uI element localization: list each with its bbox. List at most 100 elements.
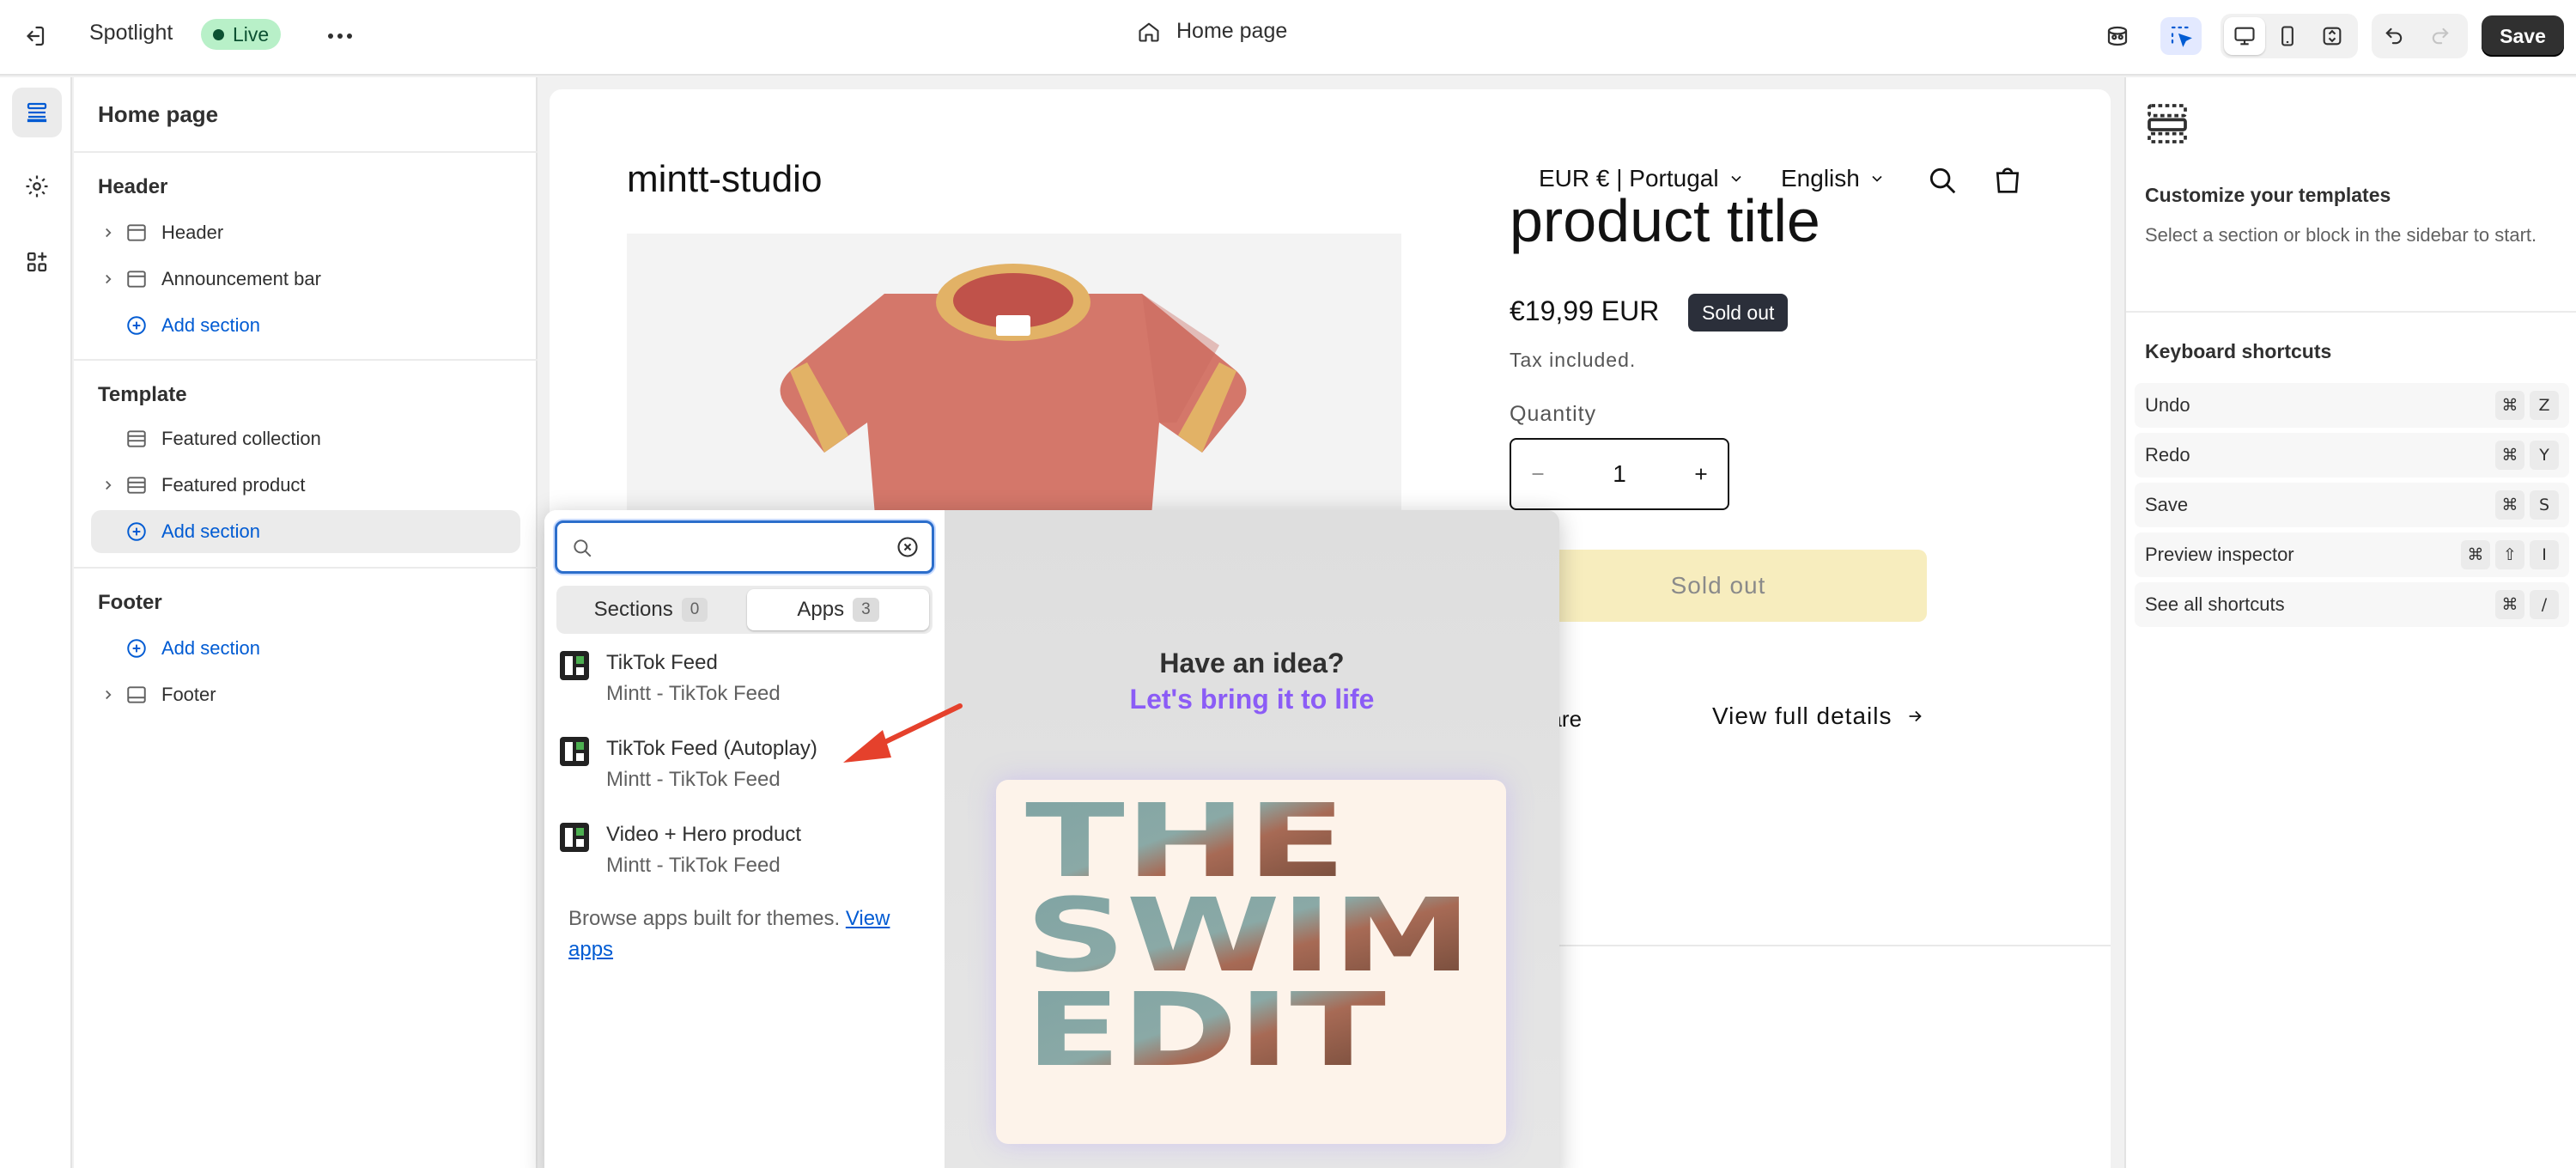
view-full-details-link[interactable]: View full details	[1712, 703, 1924, 730]
panel-description: Select a section or block in the sidebar…	[2145, 224, 2537, 246]
arrow-right-icon	[1910, 710, 1923, 722]
sidebar-item-featured-collection[interactable]: Featured collection	[91, 417, 520, 460]
apps-rail-icon[interactable]	[12, 237, 62, 287]
chevron-right-icon[interactable]	[91, 687, 125, 703]
inspector-panel: Customize your templates Select a sectio…	[2124, 77, 2576, 1168]
store-name[interactable]: mintt-studio	[627, 158, 822, 201]
sections-rail-icon[interactable]	[12, 88, 62, 137]
product-title[interactable]: product title	[1510, 191, 1820, 251]
tab-count: 3	[853, 598, 879, 622]
page-selector[interactable]: Home page	[1137, 19, 1287, 44]
divider	[74, 151, 538, 153]
chevron-down-icon	[1731, 175, 1741, 182]
tab-label: Apps	[797, 598, 845, 621]
sidebar-item-footer[interactable]: Footer	[91, 673, 520, 716]
plus-circle-icon	[125, 520, 161, 543]
left-rail	[0, 77, 72, 1168]
add-section-label: Add section	[161, 314, 260, 336]
shortcut-label: Preview inspector	[2145, 544, 2294, 565]
shortcut-key: S	[2530, 490, 2559, 520]
app-block-provider: Mintt - TikTok Feed	[606, 768, 781, 791]
undo-icon[interactable]	[2373, 17, 2415, 55]
app-block-name: TikTok Feed	[606, 651, 718, 674]
search-icon	[571, 537, 593, 559]
live-dot-icon	[213, 28, 224, 40]
shortcut-key: Z	[2530, 391, 2559, 420]
top-bar: Spotlight Live Home page Save	[0, 0, 2576, 76]
shortcut-key: ⌘	[2495, 490, 2524, 520]
cart-icon[interactable]	[1989, 161, 2026, 199]
sidebar-item-label: Footer	[161, 684, 216, 705]
tax-note: Tax included.	[1510, 349, 1637, 371]
tab-sections[interactable]: Sections 0	[560, 589, 742, 630]
quantity-label: Quantity	[1510, 402, 1597, 426]
clear-search-icon[interactable]	[896, 535, 920, 559]
sections-sidebar: Home page Header Header Announcement bar…	[74, 77, 538, 1168]
search-icon[interactable]	[1923, 161, 1961, 199]
exit-icon[interactable]	[15, 17, 53, 55]
sidebar-item-header[interactable]: Header	[91, 211, 520, 254]
shortcut-label: See all shortcuts	[2145, 593, 2285, 615]
shortcut-key: ⌘	[2495, 590, 2524, 619]
panel-title: Customize your templates	[2145, 184, 2391, 206]
plus-circle-icon	[125, 314, 161, 337]
chevron-down-icon	[1872, 175, 1882, 182]
mobile-view-icon[interactable]	[2267, 17, 2308, 55]
quantity-stepper[interactable]: 1	[1510, 438, 1729, 510]
sidebar-item-label: Announcement bar	[161, 268, 321, 289]
search-input[interactable]	[604, 530, 878, 564]
divider	[74, 567, 538, 569]
shortcut-label: Save	[2145, 494, 2189, 515]
browse-apps-text: Browse apps built for themes.	[568, 907, 841, 930]
tab-label: Sections	[593, 598, 673, 621]
add-section-template-button[interactable]: Add section	[91, 510, 520, 553]
group-footer-label: Footer	[98, 591, 162, 614]
shortcut-key: ⌘	[2461, 540, 2490, 569]
redo-icon[interactable]	[2420, 17, 2461, 55]
card-text-line: EDIT	[1025, 970, 1386, 1089]
save-button[interactable]: Save	[2482, 15, 2564, 57]
app-block-provider: Mintt - TikTok Feed	[606, 854, 781, 877]
plus-icon[interactable]	[1692, 465, 1710, 484]
add-section-footer-button[interactable]: Add section	[91, 627, 520, 670]
app-block-item[interactable]: Video + Hero product Mintt - TikTok Feed	[560, 818, 929, 895]
sensitive-data-icon[interactable]	[2097, 17, 2138, 55]
add-section-label: Add section	[161, 520, 260, 542]
shortcut-row[interactable]: See all shortcuts ⌘ /	[2135, 582, 2569, 627]
search-field[interactable]	[555, 520, 934, 574]
add-section-label: Add section	[161, 637, 260, 659]
chevron-right-icon[interactable]	[91, 225, 125, 240]
home-icon	[1139, 22, 1159, 42]
more-actions-icon[interactable]	[321, 17, 359, 55]
app-logo-icon	[560, 737, 589, 766]
shortcut-label: Undo	[2145, 394, 2190, 416]
sold-out-badge: Sold out	[1688, 294, 1789, 332]
idea-heading: Have an idea?	[1159, 648, 1345, 678]
minus-icon[interactable]	[1528, 465, 1547, 484]
sidebar-item-announcement-bar[interactable]: Announcement bar	[91, 258, 520, 301]
shortcut-key: ⇧	[2495, 540, 2524, 569]
sidebar-item-featured-product[interactable]: Featured product	[91, 464, 520, 507]
chevron-right-icon[interactable]	[91, 478, 125, 493]
select-inspector-icon[interactable]	[2160, 17, 2202, 55]
template-sections-icon	[2143, 100, 2191, 148]
chevron-right-icon[interactable]	[91, 271, 125, 287]
fullwidth-view-icon[interactable]	[2312, 17, 2353, 55]
tab-count: 0	[681, 598, 708, 622]
quantity-value[interactable]: 1	[1613, 460, 1626, 488]
shortcut-label: Redo	[2145, 444, 2190, 465]
desktop-view-icon[interactable]	[2224, 17, 2265, 55]
annotation-arrow-icon	[843, 703, 963, 763]
shortcut-row: Preview inspector ⌘ ⇧ I	[2135, 532, 2569, 577]
sold-out-button[interactable]: Sold out	[1510, 550, 1927, 622]
product-price: €19,99 EUR	[1510, 295, 1660, 326]
settings-rail-icon[interactable]	[12, 161, 62, 211]
header-section-icon	[125, 222, 161, 244]
add-section-header-button[interactable]: Add section	[91, 304, 520, 347]
divider	[74, 359, 538, 361]
tab-apps[interactable]: Apps 3	[747, 589, 929, 630]
idea-subheading: Let's bring it to life	[1129, 684, 1375, 715]
shortcut-key: ⌘	[2495, 441, 2524, 470]
popover-list-pane: Sections 0 Apps 3 TikTok Feed Mintt - Ti…	[544, 510, 945, 1168]
footer-section-icon	[125, 684, 161, 706]
